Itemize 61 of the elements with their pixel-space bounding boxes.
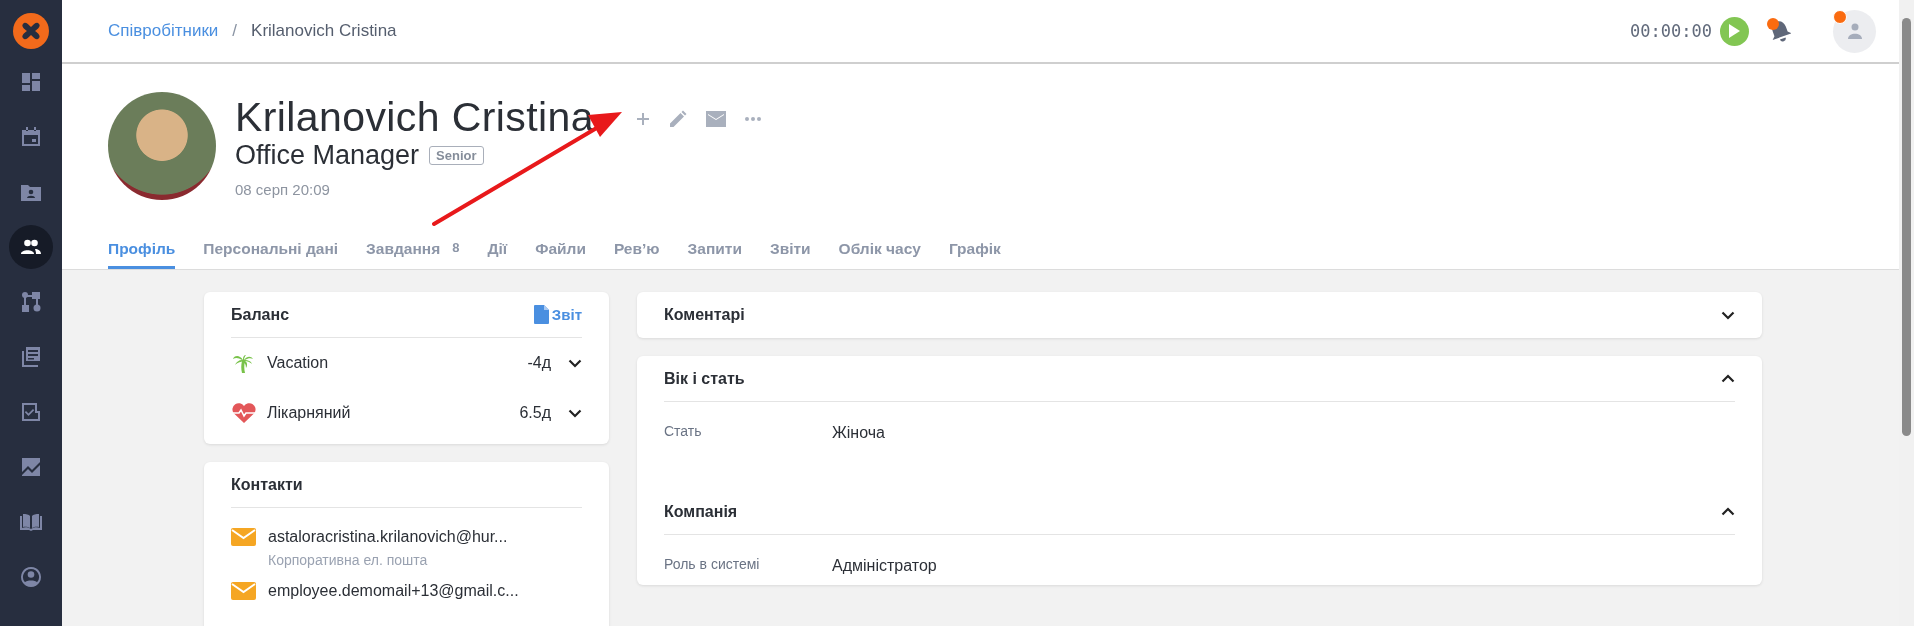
tab[interactable]: Персональні дані — [203, 240, 339, 269]
tab[interactable]: Графік — [948, 240, 1001, 269]
grade-badge: Senior — [429, 146, 484, 165]
date-label: 08 серп 20:09 — [235, 181, 331, 198]
play-button[interactable] — [1720, 16, 1749, 46]
checklist-icon — [19, 400, 43, 424]
breadcrumb-separator: / — [232, 21, 238, 41]
tab[interactable]: Рев’ю — [613, 240, 660, 269]
tab[interactable]: Запити — [687, 240, 742, 269]
envelope-icon — [231, 528, 256, 546]
chart-icon — [19, 455, 43, 479]
chevron-up-icon[interactable] — [1721, 374, 1735, 383]
play-icon — [1729, 24, 1740, 38]
balance-label: Лікарняний — [267, 404, 352, 422]
document-icon — [533, 305, 549, 324]
tab[interactable]: Звіти — [769, 240, 811, 269]
section-title: Компанія — [664, 502, 739, 521]
field-value: Жіноча — [832, 423, 885, 443]
account-icon — [19, 565, 43, 589]
field-label: Роль в системі — [664, 555, 761, 574]
documents-icon — [19, 345, 43, 369]
balance-label: Vacation — [267, 354, 330, 372]
more-icon[interactable] — [744, 117, 761, 121]
tab[interactable]: Файли — [535, 240, 586, 269]
logo-icon[interactable] — [13, 13, 49, 49]
flowchart-icon — [19, 290, 43, 314]
user-avatar[interactable] — [1833, 9, 1876, 53]
job-title: Office Manager — [235, 140, 420, 171]
breadcrumb-current: Krilanovich Cristina — [251, 21, 397, 41]
dashboard-icon — [19, 70, 43, 94]
tab[interactable]: Завдання 8 — [366, 240, 460, 269]
tab[interactable]: Облік часу — [838, 240, 921, 269]
calendar-icon — [19, 125, 43, 149]
heartbeat-icon — [231, 402, 257, 424]
plus-icon[interactable] — [635, 112, 650, 126]
breadcrumb-link[interactable]: Співробітники — [108, 21, 219, 41]
timer: 00:00:00 — [1630, 21, 1712, 41]
tab[interactable]: Профіль — [108, 240, 176, 269]
email-address[interactable]: employee.demomail+13@gmail.c... — [268, 582, 519, 600]
section-title: Вік і стать — [664, 369, 746, 388]
field-label: Стать — [664, 422, 703, 441]
chevron-down-icon[interactable] — [568, 408, 582, 418]
card-title: Баланс — [231, 305, 291, 324]
report-link[interactable]: Звіт — [533, 305, 582, 324]
sidebar-item[interactable] — [9, 225, 53, 269]
tab[interactable]: Дії — [487, 240, 508, 269]
field-value: Адміністратор — [832, 556, 937, 576]
chevron-down-icon[interactable] — [1721, 310, 1735, 320]
user-icon — [1847, 23, 1862, 39]
section-title: Коментарі — [664, 306, 746, 324]
email-note: Корпоративна ел. пошта — [268, 552, 429, 568]
balance-value: 6.5д — [519, 404, 551, 422]
card-title: Контакти — [231, 475, 304, 494]
chevron-down-icon[interactable] — [568, 358, 582, 368]
balance-value: -4д — [527, 354, 551, 372]
employee-name: Krilanovich Cristina — [235, 94, 594, 140]
chevron-up-icon[interactable] — [1721, 507, 1735, 516]
email-address[interactable]: astaloracristina.krilanovich@hur... — [268, 528, 508, 546]
envelope-icon — [231, 582, 256, 600]
edit-icon[interactable] — [668, 110, 687, 128]
mail-icon[interactable] — [705, 111, 726, 127]
